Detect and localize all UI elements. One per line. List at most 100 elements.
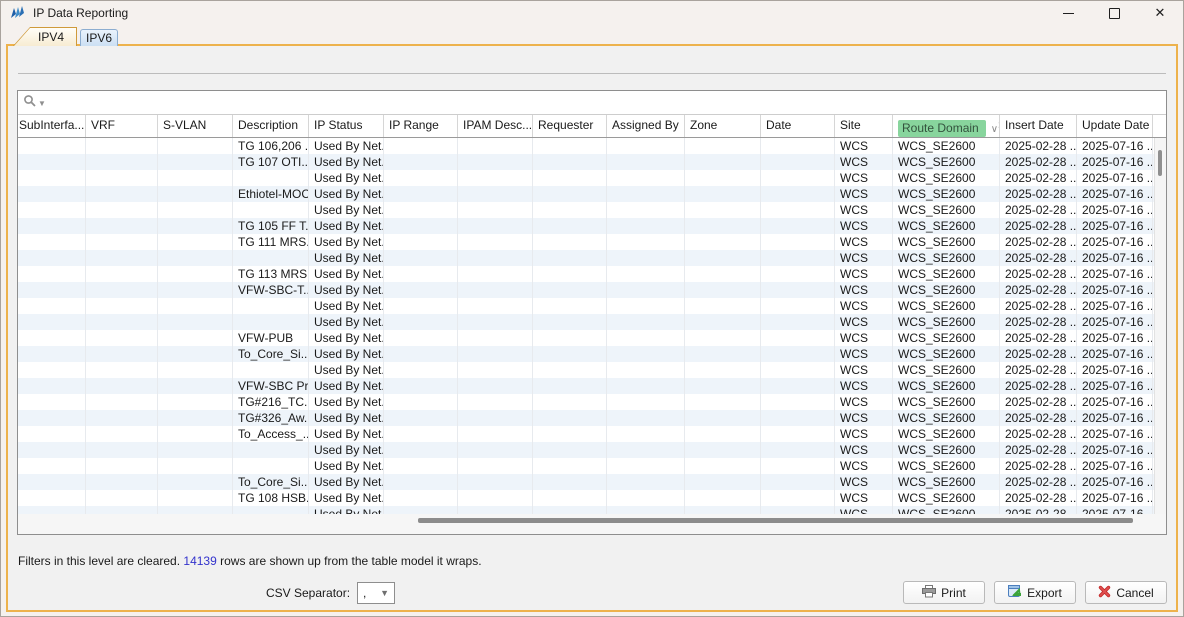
horizontal-scrollbar[interactable] [18, 514, 1166, 534]
table-row[interactable]: TG 106,206 ...Used By Net...WCSWCS_SE260… [18, 138, 1154, 154]
data-table: ▼ SubInterfa...VRFS-VLANDescriptionIP St… [17, 90, 1167, 535]
app-logo-icon [10, 5, 26, 23]
table-row[interactable]: Used By Net...WCSWCS_SE26002025-02-28 ..… [18, 442, 1154, 458]
table-row[interactable]: Used By Net...WCSWCS_SE26002025-02-28 ..… [18, 170, 1154, 186]
table-cell-ip_range [384, 282, 458, 298]
export-button[interactable]: Export [994, 581, 1076, 604]
table-row[interactable]: Used By Net...WCSWCS_SE26002025-02-28 ..… [18, 362, 1154, 378]
table-cell-description [233, 458, 309, 474]
column-header-subinterface[interactable]: SubInterfa... [18, 115, 86, 137]
table-cell-vrf [86, 282, 158, 298]
search-icon [23, 94, 37, 111]
table-row[interactable]: Used By Net...WCSWCS_SE26002025-02-28 ..… [18, 250, 1154, 266]
table-cell-subinterface [18, 314, 86, 330]
tab-ipv4[interactable]: IPV4 [13, 27, 77, 46]
table-cell-insert_date: 2025-02-28 ... [1000, 202, 1077, 218]
vertical-scrollbar-thumb[interactable] [1158, 150, 1162, 176]
table-row[interactable]: TG#326_Aw...Used By Net...WCSWCS_SE26002… [18, 410, 1154, 426]
table-row[interactable]: VFW-SBC Pri...Used By Net...WCSWCS_SE260… [18, 378, 1154, 394]
table-cell-vrf [86, 170, 158, 186]
search-input[interactable] [50, 93, 1161, 113]
table-cell-date [761, 250, 835, 266]
table-cell-requester [533, 218, 607, 234]
column-header-ip_status[interactable]: IP Status [309, 115, 384, 137]
table-row[interactable]: To_Access_...Used By Net...WCSWCS_SE2600… [18, 426, 1154, 442]
table-row[interactable]: Used By NetWCSWCS_SE26002025-02-28 ...20… [18, 506, 1154, 514]
table-cell-insert_date: 2025-02-28 ... [1000, 282, 1077, 298]
table-cell-ip_status: Used By Net... [309, 234, 384, 250]
maximize-button[interactable] [1091, 1, 1137, 25]
table-cell-site: WCS [835, 250, 893, 266]
column-header-insert_date[interactable]: Insert Date [1000, 115, 1077, 137]
table-row[interactable]: To_Core_Si...Used By Net...WCSWCS_SE2600… [18, 346, 1154, 362]
cancel-button[interactable]: Cancel [1085, 581, 1167, 604]
table-cell-vrf [86, 394, 158, 410]
column-header-zone[interactable]: Zone [685, 115, 761, 137]
table-cell-vrf [86, 490, 158, 506]
table-cell-insert_date: 2025-02-28 ... [1000, 138, 1077, 154]
table-row[interactable]: TG 111 MRS...Used By Net...WCSWCS_SE2600… [18, 234, 1154, 250]
table-cell-site: WCS [835, 458, 893, 474]
table-cell-subinterface [18, 266, 86, 282]
table-row[interactable]: TG 107 OTI...Used By Net...WCSWCS_SE2600… [18, 154, 1154, 170]
print-button[interactable]: Print [903, 581, 985, 604]
table-cell-ipam_desc [458, 362, 533, 378]
close-button[interactable]: ✕ [1137, 1, 1183, 25]
table-cell-description: TG 107 OTI... [233, 154, 309, 170]
table-cell-ipam_desc [458, 394, 533, 410]
column-header-date[interactable]: Date [761, 115, 835, 137]
column-header-ipam_desc[interactable]: IPAM Desc... [458, 115, 533, 137]
table-cell-assigned_by [607, 458, 685, 474]
column-header-requester[interactable]: Requester [533, 115, 607, 137]
column-header-description[interactable]: Description [233, 115, 309, 137]
table-row[interactable]: TG 113 MRS...Used By Net...WCSWCS_SE2600… [18, 266, 1154, 282]
csv-separator-select[interactable]: , ▼ [357, 582, 395, 604]
table-cell-svlan [158, 474, 233, 490]
table-cell-ip_status: Used By Net... [309, 442, 384, 458]
column-header-route_domain[interactable]: Route Domain∨1 [893, 115, 1000, 137]
table-cell-insert_date: 2025-02-28 ... [1000, 474, 1077, 490]
table-row[interactable]: Used By Net...WCSWCS_SE26002025-02-28 ..… [18, 458, 1154, 474]
tab-ipv6[interactable]: IPV6 [80, 29, 118, 46]
table-cell-assigned_by [607, 266, 685, 282]
table-row[interactable]: VFW-PUBUsed By Net...WCSWCS_SE26002025-0… [18, 330, 1154, 346]
table-row[interactable]: Used By Net...WCSWCS_SE26002025-02-28 ..… [18, 314, 1154, 330]
search-options-caret-icon[interactable]: ▼ [38, 99, 46, 108]
table-cell-route_domain: WCS_SE2600 [893, 410, 1000, 426]
table-row[interactable]: TG#216_TC...Used By Net...WCSWCS_SE26002… [18, 394, 1154, 410]
table-cell-assigned_by [607, 202, 685, 218]
column-header-ip_range[interactable]: IP Range [384, 115, 458, 137]
table-row[interactable]: VFW-SBC-T...Used By Net...WCSWCS_SE26002… [18, 282, 1154, 298]
column-header-site[interactable]: Site [835, 115, 893, 137]
table-cell-ip_status: Used By Net... [309, 298, 384, 314]
table-cell-ip_status: Used By Net... [309, 170, 384, 186]
table-row[interactable]: TG 108 HSB...Used By Net...WCSWCS_SE2600… [18, 490, 1154, 506]
table-cell-ip_range [384, 506, 458, 514]
minimize-button[interactable] [1045, 1, 1091, 25]
table-cell-ip_status: Used By Net... [309, 474, 384, 490]
table-cell-date [761, 330, 835, 346]
table-cell-subinterface [18, 474, 86, 490]
table-row[interactable]: Used By Net...WCSWCS_SE26002025-02-28 ..… [18, 298, 1154, 314]
column-header-vrf[interactable]: VRF [86, 115, 158, 137]
table-cell-site: WCS [835, 170, 893, 186]
table-cell-zone [685, 154, 761, 170]
table-cell-date [761, 490, 835, 506]
column-header-svlan[interactable]: S-VLAN [158, 115, 233, 137]
table-row[interactable]: TG 105 FF T...Used By Net...WCSWCS_SE260… [18, 218, 1154, 234]
table-cell-description [233, 250, 309, 266]
table-row[interactable]: Ethiotel-MOCUsed By Net...WCSWCS_SE26002… [18, 186, 1154, 202]
table-row[interactable]: To_Core_Si...Used By Net...WCSWCS_SE2600… [18, 474, 1154, 490]
column-header-assigned_by[interactable]: Assigned By [607, 115, 685, 137]
column-header-update_date[interactable]: Update Date [1077, 115, 1153, 137]
table-cell-svlan [158, 202, 233, 218]
table-cell-route_domain: WCS_SE2600 [893, 282, 1000, 298]
table-cell-zone [685, 266, 761, 282]
table-cell-ip_status: Used By Net... [309, 250, 384, 266]
csv-separator-label: CSV Separator: [266, 586, 350, 600]
table-cell-date [761, 458, 835, 474]
horizontal-scrollbar-thumb[interactable] [418, 518, 1133, 523]
vertical-scrollbar[interactable] [1154, 138, 1166, 514]
table-row[interactable]: Used By Net...WCSWCS_SE26002025-02-28 ..… [18, 202, 1154, 218]
table-cell-requester [533, 378, 607, 394]
